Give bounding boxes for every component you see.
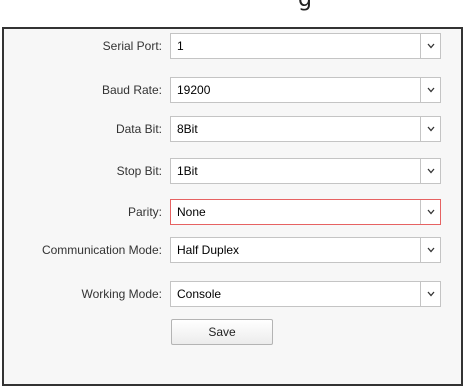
baud-rate-row: Baud Rate: 19200 — [4, 77, 465, 103]
working-mode-row: Working Mode: Console — [4, 281, 465, 307]
chevron-down-icon[interactable] — [420, 238, 440, 262]
chevron-down-icon[interactable] — [420, 159, 440, 183]
chevron-down-icon[interactable] — [420, 200, 440, 224]
data-bit-value: 8Bit — [177, 122, 198, 136]
parity-select[interactable]: None — [170, 199, 441, 225]
communication-mode-select[interactable]: Half Duplex — [170, 237, 441, 263]
baud-rate-select[interactable]: 19200 — [170, 77, 441, 103]
chevron-down-icon[interactable] — [420, 117, 440, 141]
save-button[interactable]: Save — [171, 319, 273, 345]
serial-port-value: 1 — [177, 39, 184, 53]
data-bit-label: Data Bit: — [115, 122, 162, 136]
working-mode-label: Working Mode: — [81, 287, 162, 301]
communication-mode-label: Communication Mode: — [41, 243, 162, 257]
stop-bit-row: Stop Bit: 1Bit — [4, 158, 465, 184]
communication-mode-value: Half Duplex — [177, 243, 240, 257]
parity-label: Parity: — [127, 205, 162, 219]
window-title-fragment: g — [298, 0, 312, 12]
baud-rate-label: Baud Rate: — [101, 83, 162, 97]
parity-value: None — [177, 205, 206, 219]
working-mode-value: Console — [177, 287, 222, 301]
data-bit-select[interactable]: 8Bit — [170, 116, 441, 142]
chevron-down-icon[interactable] — [420, 78, 440, 102]
communication-mode-row: Communication Mode: Half Duplex — [4, 237, 465, 263]
window-top-strip: g — [0, 0, 470, 28]
chevron-down-icon[interactable] — [420, 282, 440, 306]
parity-row: Parity: None — [4, 199, 465, 225]
stop-bit-label: Stop Bit: — [116, 164, 162, 178]
baud-rate-value: 19200 — [177, 83, 211, 97]
stop-bit-select[interactable]: 1Bit — [170, 158, 441, 184]
data-bit-row: Data Bit: 8Bit — [4, 116, 465, 142]
serial-port-row: Serial Port: 1 — [4, 33, 465, 59]
chevron-down-icon[interactable] — [420, 34, 440, 58]
working-mode-select[interactable]: Console — [170, 281, 441, 307]
stop-bit-value: 1Bit — [177, 164, 198, 178]
serial-port-select[interactable]: 1 — [170, 33, 441, 59]
serial-port-label: Serial Port: — [102, 39, 162, 53]
